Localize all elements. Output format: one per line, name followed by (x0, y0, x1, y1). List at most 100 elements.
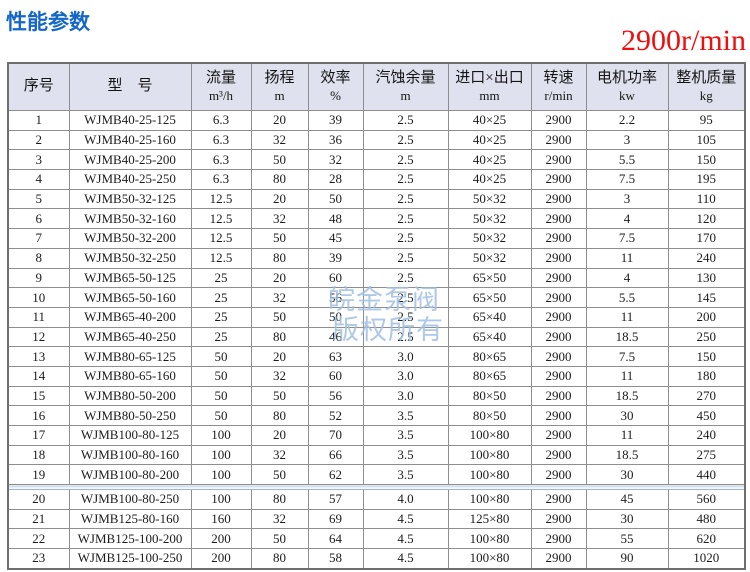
table-cell: 65×50 (448, 268, 531, 288)
table-cell: 58 (308, 549, 363, 569)
table-cell: WJMB125-100-200 (69, 529, 191, 549)
table-cell: 2900 (531, 307, 586, 327)
table-cell: 200 (191, 549, 251, 569)
table-cell: 18.5 (586, 386, 668, 406)
table-cell: 4 (586, 209, 668, 229)
table-cell: WJMB65-40-200 (69, 307, 191, 327)
table-cell: 7.5 (586, 347, 668, 367)
table-cell: 55 (586, 529, 668, 549)
table-cell: 3.5 (363, 465, 448, 485)
table-cell: 2900 (531, 170, 586, 190)
table-cell: 50 (191, 347, 251, 367)
table-cell: 150 (668, 347, 745, 367)
table-cell: 32 (308, 150, 363, 170)
table-cell: 2.5 (363, 170, 448, 190)
table-row: 15WJMB80-50-2005050563.080×50290018.5270 (8, 386, 745, 406)
table-cell: 50×32 (448, 209, 531, 229)
table-row: 17WJMB100-80-12510020703.5100×8029001124… (8, 426, 745, 446)
table-cell: 5 (8, 189, 69, 209)
table-cell: 3.5 (363, 406, 448, 426)
table-cell: WJMB65-40-250 (69, 327, 191, 347)
table-cell: 2900 (531, 189, 586, 209)
table-cell: 200 (191, 529, 251, 549)
table-cell: 3.0 (363, 366, 448, 386)
table-cell: 30 (586, 406, 668, 426)
table-cell: WJMB50-32-250 (69, 248, 191, 268)
column-header: 流量m³/h (191, 63, 251, 111)
table-cell: 11 (586, 366, 668, 386)
table-row: 8WJMB50-32-25012.580392.550×32290011240 (8, 248, 745, 268)
table-cell: 50×32 (448, 248, 531, 268)
table-cell: 100×80 (448, 426, 531, 446)
table-cell: 2900 (531, 248, 586, 268)
table-cell: 32 (251, 366, 308, 386)
table-cell: 2900 (531, 288, 586, 308)
table-cell: WJMB100-80-250 (69, 490, 191, 510)
table-cell: 2900 (531, 150, 586, 170)
column-header: 效率% (308, 63, 363, 111)
table-cell: 15 (8, 386, 69, 406)
table-cell: 13 (8, 347, 69, 367)
table-cell: 32 (251, 445, 308, 465)
table-row: 20WJMB100-80-25010080574.0100×8029004556… (8, 490, 745, 510)
table-row: 16WJMB80-50-2505080523.580×50290030450 (8, 406, 745, 426)
table-cell: 6.3 (191, 150, 251, 170)
table-cell: 25 (191, 327, 251, 347)
table-cell: 2900 (531, 347, 586, 367)
table-cell: 100×80 (448, 529, 531, 549)
table-row: 23WJMB125-100-25020080584.5100×802900901… (8, 549, 745, 569)
table-cell: 4.5 (363, 549, 448, 569)
table-row: 22WJMB125-100-20020050644.5100×802900556… (8, 529, 745, 549)
table-cell: 3 (586, 130, 668, 150)
column-header: 扬程m (251, 63, 308, 111)
table-cell: WJMB125-100-250 (69, 549, 191, 569)
table-cell: 2.5 (363, 130, 448, 150)
table-cell: 11 (8, 307, 69, 327)
table-cell: 65×50 (448, 288, 531, 308)
table-cell: 2900 (531, 406, 586, 426)
table-body: 1WJMB40-25-1256.320392.540×2529002.2952W… (8, 111, 745, 569)
table-cell: 23 (8, 549, 69, 569)
table-cell: 80 (251, 327, 308, 347)
table-cell: 2900 (531, 386, 586, 406)
table-cell: 60 (308, 366, 363, 386)
table-cell: 150 (668, 150, 745, 170)
table-row: 7WJMB50-32-20012.550452.550×3229007.5170 (8, 229, 745, 249)
table-cell: 2900 (531, 111, 586, 131)
table-cell: 3 (8, 150, 69, 170)
performance-table: 序号型 号流量m³/h扬程m效率%汽蚀余量m进口×出口mm转速r/min电机功率… (7, 62, 746, 570)
table-row: 9WJMB65-50-1252520602.565×5029004130 (8, 268, 745, 288)
rated-speed-label: 2900r/min (621, 24, 746, 58)
table-cell: 2.5 (363, 268, 448, 288)
table-cell: 45 (308, 229, 363, 249)
table-cell: 4 (8, 170, 69, 190)
table-row: 11WJMB65-40-2002550502.565×40290011200 (8, 307, 745, 327)
table-cell: WJMB80-65-160 (69, 366, 191, 386)
table-cell: 270 (668, 386, 745, 406)
table-cell: 2900 (531, 426, 586, 446)
table-cell: 125×80 (448, 509, 531, 529)
table-cell: 50 (251, 386, 308, 406)
table-cell: 3.5 (363, 445, 448, 465)
table-cell: 39 (308, 111, 363, 131)
table-cell: 20 (251, 426, 308, 446)
table-cell: 2900 (531, 268, 586, 288)
header-row: 序号型 号流量m³/h扬程m效率%汽蚀余量m进口×出口mm转速r/min电机功率… (8, 63, 745, 111)
table-cell: 10 (8, 288, 69, 308)
table-cell: WJMB40-25-200 (69, 150, 191, 170)
table-cell: 5.5 (586, 150, 668, 170)
table-cell: 2.5 (363, 307, 448, 327)
table-cell: 5.5 (586, 288, 668, 308)
table-cell: 36 (308, 130, 363, 150)
table-cell: 2900 (531, 130, 586, 150)
table-cell: 40×25 (448, 130, 531, 150)
table-cell: 2.5 (363, 248, 448, 268)
table-cell: 450 (668, 406, 745, 426)
table-cell: 57 (308, 490, 363, 510)
table-cell: 56 (308, 386, 363, 406)
table-row: 10WJMB65-50-1602532562.565×5029005.5145 (8, 288, 745, 308)
table-cell: 80×65 (448, 366, 531, 386)
table-cell: 20 (251, 268, 308, 288)
table-cell: 65×40 (448, 307, 531, 327)
table-cell: 50 (251, 465, 308, 485)
